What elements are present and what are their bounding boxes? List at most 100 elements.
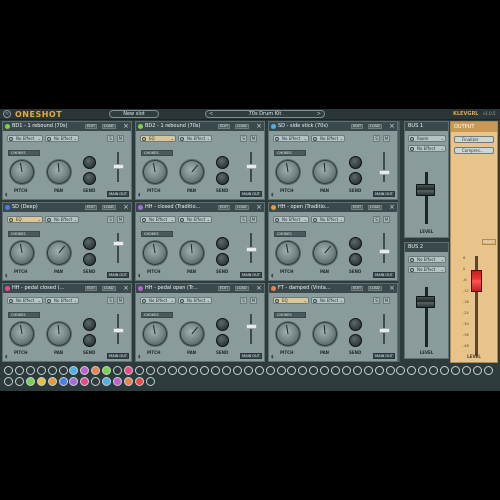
send-bus2-knob[interactable] (216, 334, 229, 347)
power-icon[interactable] (410, 258, 414, 262)
power-icon[interactable] (47, 137, 51, 141)
headphones-icon[interactable]: ◖ (138, 354, 141, 360)
solo-button[interactable]: S (240, 297, 247, 304)
menu-icon[interactable]: ≡ (3, 110, 11, 118)
pad[interactable] (178, 366, 188, 375)
reset-button[interactable]: RESET (482, 239, 496, 245)
prev-kit-icon[interactable]: < (209, 111, 213, 117)
pad[interactable] (14, 377, 24, 386)
headphones-icon[interactable]: ◖ (138, 273, 141, 279)
pad[interactable] (102, 377, 112, 386)
close-icon[interactable]: × (256, 203, 262, 211)
power-icon[interactable] (275, 137, 279, 141)
main-out-select[interactable]: MAIN OUT (373, 353, 395, 359)
mute-button[interactable]: M (383, 297, 390, 304)
mute-button[interactable]: M (383, 135, 390, 142)
send-bus2-knob[interactable] (83, 334, 96, 347)
pad[interactable] (25, 366, 35, 375)
edit-button[interactable]: EDIT (218, 205, 231, 210)
power-icon[interactable] (180, 218, 184, 222)
main-out-select[interactable]: MAIN OUT (107, 272, 129, 278)
pitch-knob[interactable] (276, 322, 300, 346)
output-fx1-select[interactable]: Finalizer (454, 136, 494, 143)
close-icon[interactable]: × (123, 203, 129, 211)
pitch-knob[interactable] (143, 241, 167, 265)
power-icon[interactable] (410, 137, 414, 141)
power-icon[interactable] (313, 218, 317, 222)
mute-button[interactable]: M (250, 216, 257, 223)
pad[interactable] (276, 366, 286, 375)
chokes-select[interactable]: CHOKES (141, 312, 173, 318)
fx2-select[interactable]: No Effect ⌄ (311, 297, 345, 304)
fx1-select[interactable]: EQ ⌄ (140, 135, 176, 142)
solo-button[interactable]: S (107, 135, 114, 142)
send-bus2-knob[interactable] (349, 334, 362, 347)
pad[interactable] (102, 366, 112, 375)
fx2-select[interactable]: No Effect ⌄ (178, 216, 212, 223)
bus-fx1-select[interactable]: Room ⌄ (408, 135, 446, 142)
load-button[interactable]: LOAD (102, 286, 116, 291)
bus-fx1-select[interactable]: No Effect ⌄ (408, 256, 446, 263)
pad[interactable] (352, 366, 362, 375)
fx2-select[interactable]: No Effect ⌄ (45, 297, 79, 304)
chokes-select[interactable]: CHOKES (141, 150, 173, 156)
pad[interactable] (232, 366, 242, 375)
mute-button[interactable]: M (117, 135, 124, 142)
edit-button[interactable]: EDIT (85, 124, 98, 129)
output-fader-handle[interactable] (471, 270, 482, 292)
pad[interactable] (91, 366, 101, 375)
output-fx2-select[interactable]: Compres... (454, 147, 494, 154)
send-bus2-knob[interactable] (83, 253, 96, 266)
power-icon[interactable] (410, 147, 414, 151)
power-icon[interactable] (275, 218, 279, 222)
next-kit-icon[interactable]: > (317, 111, 321, 117)
headphones-icon[interactable]: ◖ (5, 273, 8, 279)
pitch-knob[interactable] (10, 241, 34, 265)
pad[interactable] (211, 366, 221, 375)
pad[interactable] (396, 366, 406, 375)
pitch-knob[interactable] (143, 160, 167, 184)
chokes-select[interactable]: CHOKES (8, 231, 40, 237)
volume-fader-handle[interactable] (246, 164, 257, 169)
pad[interactable] (4, 366, 13, 375)
pad[interactable] (341, 366, 351, 375)
pad[interactable] (123, 366, 133, 375)
load-button[interactable]: LOAD (102, 124, 116, 129)
send-bus1-knob[interactable] (216, 318, 229, 331)
pad[interactable] (374, 366, 384, 375)
pad[interactable] (418, 366, 428, 375)
volume-fader-handle[interactable] (379, 328, 390, 333)
pad[interactable] (47, 366, 57, 375)
power-icon[interactable] (180, 299, 184, 303)
main-out-select[interactable]: MAIN OUT (373, 191, 395, 197)
pad[interactable] (461, 366, 471, 375)
power-icon[interactable] (9, 137, 13, 141)
power-icon[interactable] (47, 218, 51, 222)
chokes-select[interactable]: CHOKES (274, 150, 306, 156)
pad[interactable] (363, 366, 373, 375)
send-bus2-knob[interactable] (349, 253, 362, 266)
pad[interactable] (25, 377, 35, 386)
load-button[interactable]: LOAD (368, 205, 382, 210)
pad[interactable] (167, 366, 177, 375)
solo-button[interactable]: S (373, 216, 380, 223)
power-icon[interactable] (9, 218, 13, 222)
pad[interactable] (58, 377, 68, 386)
pitch-knob[interactable] (10, 160, 34, 184)
send-bus1-knob[interactable] (216, 237, 229, 250)
fx1-select[interactable]: No Effect ⌄ (7, 135, 43, 142)
power-icon[interactable] (313, 137, 317, 141)
pad[interactable] (14, 366, 24, 375)
pad[interactable] (58, 366, 68, 375)
load-button[interactable]: LOAD (235, 286, 249, 291)
pad[interactable] (123, 377, 133, 386)
edit-button[interactable]: EDIT (351, 205, 364, 210)
solo-button[interactable]: S (373, 135, 380, 142)
pad[interactable] (113, 377, 122, 386)
main-out-select[interactable]: MAIN OUT (107, 353, 129, 359)
slot-scrollbar[interactable] (398, 121, 400, 362)
fx2-select[interactable]: No Effect ⌄ (45, 135, 79, 142)
pad[interactable] (69, 366, 79, 375)
power-icon[interactable] (142, 299, 146, 303)
power-icon[interactable] (275, 299, 279, 303)
